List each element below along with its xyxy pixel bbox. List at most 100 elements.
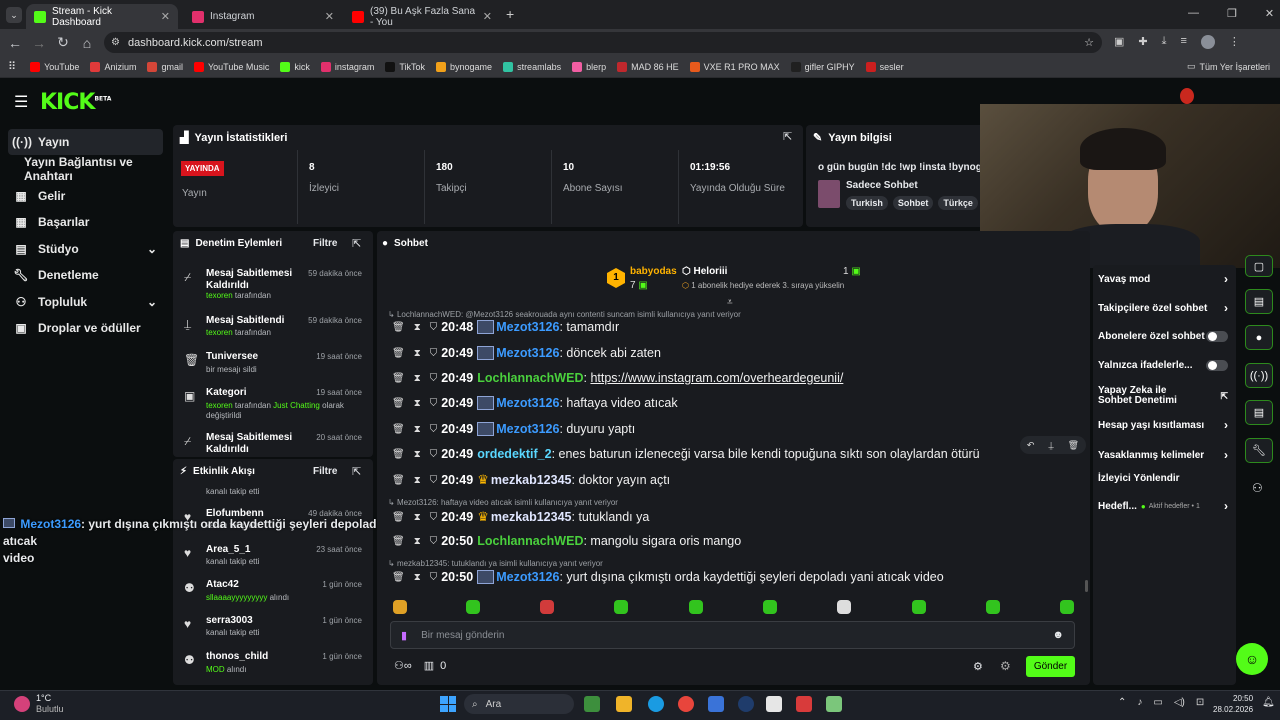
username[interactable]: Mezot3126 [496, 346, 559, 360]
mic-icon[interactable]: ♪ [1137, 697, 1142, 708]
timeout-icon[interactable]: ⧗ [414, 536, 421, 547]
emote-icon[interactable] [763, 600, 777, 614]
username[interactable]: ordedektif_2 [477, 447, 551, 461]
chat-message[interactable]: 🗑︎ ⧗ ⛉ 20:48 Mezot3126: tamamdır [392, 320, 619, 334]
bookmark-item[interactable]: TikTok [385, 61, 425, 72]
timeout-icon[interactable]: ⧗ [414, 572, 421, 583]
chevron-up-icon[interactable]: ⌃ [1118, 697, 1126, 708]
message-link[interactable]: https://www.instagram.com/overheardegeun… [590, 371, 843, 385]
network-icon[interactable]: ⊡ [1196, 697, 1204, 708]
subscribers-only-toggle[interactable] [1206, 331, 1228, 342]
username[interactable]: mezkab12345 [491, 473, 572, 487]
chat-message[interactable]: 🗑︎ ⧗ ⛉ 20:49 Mezot3126: duyuru yaptı [392, 422, 635, 436]
setting-followers-only[interactable]: Takipçilere özel sohbet › [1098, 301, 1228, 315]
chat-message[interactable]: 🗑︎ ⧗ ⛉ 20:49 ♛ mezkab12345: tutuklandı ya [392, 509, 649, 525]
bookmark-item[interactable]: kick [280, 61, 310, 72]
bookmark-item[interactable]: YouTube [30, 61, 79, 72]
username[interactable]: Mezot3126 [496, 320, 559, 334]
setting-emotes-only[interactable]: Yalnızca ifadelerle... [1098, 360, 1228, 371]
url-bar[interactable]: ⚙ dashboard.kick.com/stream ☆ [104, 32, 1102, 53]
emote-icon[interactable] [540, 600, 554, 614]
sidebar-item-studyo[interactable]: ▤ Stüdyo ⌄ [8, 236, 163, 262]
trash-icon[interactable]: 🗑︎ [1068, 440, 1079, 451]
edge-icon[interactable] [648, 696, 664, 712]
app-icon[interactable] [584, 696, 600, 712]
reply-icon[interactable]: ↶ [1027, 440, 1035, 451]
timeout-icon[interactable]: ⧗ [414, 424, 421, 435]
app-icon[interactable] [796, 696, 812, 712]
close-icon[interactable]: ✕ [325, 10, 334, 23]
chat-mode-icon[interactable]: ⚇∞ [394, 659, 412, 672]
bookmark-item[interactable]: sesler [865, 61, 904, 72]
store-icon[interactable] [708, 696, 724, 712]
side-chat-button[interactable]: ● [1245, 325, 1273, 350]
taskbar-search[interactable]: ⌕ Ara [464, 694, 574, 714]
timeout-icon[interactable]: ⧗ [414, 449, 421, 460]
emoji-icon[interactable]: ☻ [1052, 629, 1064, 641]
notification-bell-icon[interactable]: 🔔︎ [1262, 697, 1275, 708]
bookmark-item[interactable]: MAD 86 HE [617, 61, 679, 72]
setting-raid-viewers[interactable]: İzleyici Yönlendir [1098, 473, 1228, 484]
delete-message-icon[interactable]: 🗑︎ [392, 322, 405, 333]
side-broadcast-button[interactable]: ((·)) [1245, 363, 1273, 388]
bookmark-item[interactable]: bynogame [436, 61, 492, 72]
delete-message-icon[interactable]: 🗑︎ [392, 348, 405, 359]
start-button[interactable] [440, 696, 456, 712]
collapse-icon[interactable]: ⩡ [727, 297, 733, 308]
mic-icon[interactable]: ▮ [401, 629, 407, 642]
extensions-icon[interactable]: ✚ [1138, 35, 1147, 49]
username[interactable]: Mezot3126 [496, 570, 559, 584]
sidebar-item-basarilar[interactable]: ▦ Başarılar [8, 209, 163, 235]
emote-icon[interactable] [837, 600, 851, 614]
delete-message-icon[interactable]: 🗑︎ [392, 475, 405, 486]
emote-icon[interactable] [986, 600, 1000, 614]
side-tool-button[interactable]: ▤ [1245, 289, 1273, 314]
volume-icon[interactable]: ◁) [1174, 697, 1185, 708]
bookmark-item[interactable]: gifler GIPHY [790, 61, 855, 72]
sidebar-item-yayin[interactable]: ((·)) Yayın [8, 129, 163, 155]
chat-message[interactable]: 🗑︎ ⧗ ⛉ 20:50 LochlannachWED: mangolu sigara … [392, 534, 741, 548]
timeout-icon[interactable]: ⧗ [414, 373, 421, 384]
clock[interactable]: 20:50 28.02.2026 [1213, 693, 1253, 715]
all-bookmarks[interactable]: ▭ Tüm Yer İşaretleri [1187, 61, 1270, 72]
popout-icon[interactable]: ⇱ [783, 130, 792, 143]
emote-icon[interactable] [912, 600, 926, 614]
menu-icon[interactable]: ⋮ [1229, 35, 1240, 49]
chat-tools-icon[interactable]: ⚙ [1000, 659, 1011, 673]
username[interactable]: mezkab12345 [491, 510, 572, 524]
send-button[interactable]: Gönder [1026, 656, 1075, 677]
emote-icon[interactable] [466, 600, 480, 614]
delete-message-icon[interactable]: 🗑︎ [392, 424, 405, 435]
timeout-icon[interactable]: ⧗ [414, 322, 421, 333]
support-chat-button[interactable]: ☺ [1236, 643, 1268, 675]
maximize-icon[interactable]: ❐ [1227, 7, 1237, 20]
side-tool-button[interactable]: ▤ [1245, 400, 1273, 425]
emote-icon[interactable] [689, 600, 703, 614]
file-explorer-icon[interactable] [616, 696, 632, 712]
weather-widget[interactable]: 1°C Bulutlu [14, 693, 64, 715]
sidebar-item-gelir[interactable]: ▦ Gelir [8, 183, 163, 209]
forward-icon[interactable]: → [27, 35, 51, 51]
profile-avatar[interactable] [1200, 35, 1215, 49]
setting-subscribers-only[interactable]: Abonelere özel sohbet [1098, 331, 1228, 342]
side-more-icon[interactable]: ⚇ [1252, 481, 1263, 495]
apps-icon[interactable]: ⠿ [8, 60, 16, 73]
delete-message-icon[interactable]: 🗑︎ [392, 449, 405, 460]
side-wrench-button[interactable]: 🔧︎ [1245, 438, 1273, 463]
sidebar-item-topluluk[interactable]: ⚇ Topluluk ⌄ [8, 289, 163, 315]
activity-filter-button[interactable]: Filtre [313, 466, 337, 477]
steam-icon[interactable] [738, 696, 754, 712]
sidebar-item-droplar[interactable]: ▣ Droplar ve ödüller [8, 315, 163, 341]
sidebar-item-stream-key[interactable]: Yayın Bağlantısı ve Anahtarı [8, 155, 178, 183]
delete-message-icon[interactable]: 🗑︎ [392, 398, 405, 409]
delete-message-icon[interactable]: 🗑︎ [392, 536, 405, 547]
chat-message[interactable]: 🗑︎ ⧗ ⛉ 20:49 ♛ mezkab12345: doktor yayın açtı [392, 472, 670, 488]
username[interactable]: Mezot3126 [496, 396, 559, 410]
moderation-filter-button[interactable]: Filtre [313, 238, 337, 249]
delete-message-icon[interactable]: 🗑︎ [392, 373, 405, 384]
setting-ai-moderation[interactable]: Yapay Zeka ile Sohbet Denetimi ⇱ [1098, 386, 1228, 406]
setting-slow-mode[interactable]: Yavaş mod › [1098, 272, 1228, 286]
back-icon[interactable]: ← [3, 35, 27, 51]
tab-instagram[interactable]: Instagram ✕ [184, 4, 342, 29]
bookmark-item[interactable]: Anizium [90, 61, 136, 72]
